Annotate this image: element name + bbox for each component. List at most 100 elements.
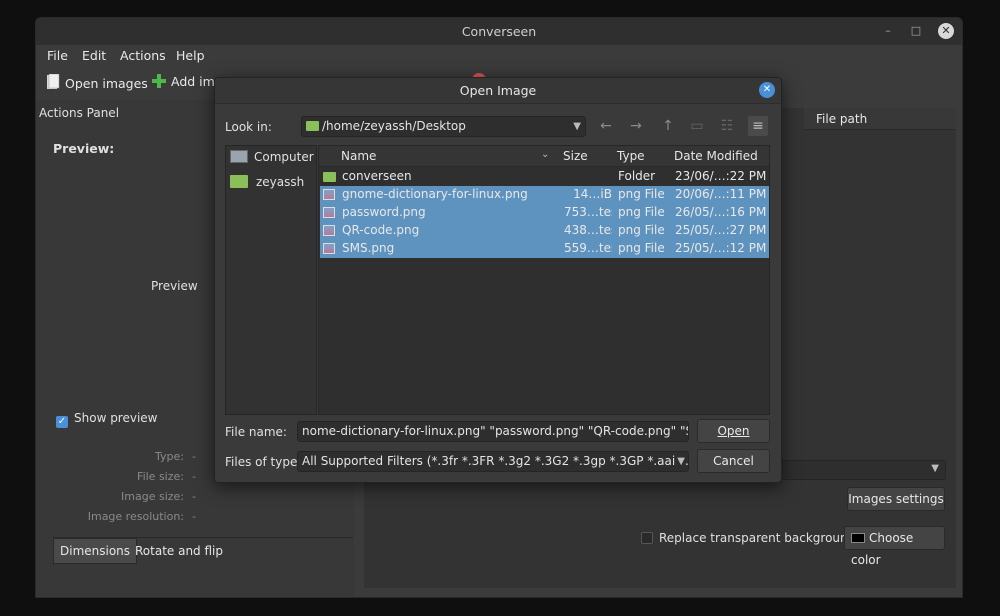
sidebar-item-label: Computer — [254, 150, 314, 164]
file-path-column-header[interactable]: File path — [804, 108, 956, 130]
image-file-icon — [323, 243, 335, 257]
file-type-cell: png File — [618, 187, 665, 201]
dialog-title: Open Image — [459, 83, 537, 98]
maximize-icon[interactable]: □ — [908, 23, 924, 39]
images-settings-label: Images settings — [848, 492, 944, 506]
file-name-input[interactable]: nome-dictionary-for-linux.png" "password… — [297, 421, 689, 442]
look-in-label: Look in: — [225, 120, 272, 134]
dialog-title-bar: Open Image ✕ — [215, 78, 781, 104]
file-path-header-label: File path — [816, 112, 868, 126]
file-row[interactable]: password.png 753…tes png File 26/05/…:16 PM — [320, 204, 769, 222]
info-file-size-value: - — [192, 470, 196, 483]
actions-panel-title: Actions Panel — [39, 106, 120, 120]
minimize-icon[interactable]: – — [880, 23, 896, 39]
sidebar-item-computer[interactable]: Computer — [230, 150, 314, 172]
dialog-close-icon[interactable]: ✕ — [759, 82, 775, 98]
choose-color-button[interactable]: Choose color — [844, 526, 945, 567]
close-icon[interactable]: ✕ — [938, 23, 954, 39]
checkbox-icon — [641, 532, 653, 544]
menu-file[interactable]: File — [47, 48, 68, 63]
file-name-cell: SMS.png — [342, 241, 395, 255]
sort-chevron-icon: ⌄ — [541, 149, 550, 160]
info-type-value: - — [192, 450, 196, 463]
file-row[interactable]: QR-code.png 438…tes png File 25/05/…:27 PM — [320, 222, 769, 240]
file-row[interactable]: converseen Folder 23/06/…:22 PM — [320, 168, 769, 186]
cancel-button[interactable]: Cancel — [697, 449, 770, 473]
file-name-label: File name: — [225, 425, 287, 439]
sidebar-item-zeyassh[interactable]: zeyassh — [230, 175, 304, 197]
folder-icon — [323, 171, 336, 185]
column-size[interactable]: Size — [563, 149, 588, 163]
places-sidebar: Computer zeyassh — [225, 145, 317, 415]
back-arrow-icon[interactable]: ← — [596, 116, 616, 136]
file-list: Name ⌄ Size Type Date Modified conversee… — [318, 145, 770, 415]
folder-icon — [230, 175, 248, 188]
open-image-dialog: Open Image ✕ Look in: /home/zeyassh/Desk… — [214, 77, 782, 483]
cancel-button-label: Cancel — [713, 454, 754, 468]
files-of-type-combo[interactable]: All Supported Filters (*.3fr *.3FR *.3g2… — [297, 451, 689, 472]
info-image-size-value: - — [192, 490, 196, 503]
show-preview-checkbox[interactable]: ✓ Show preview — [56, 411, 158, 428]
file-type-cell: png File — [618, 223, 665, 237]
file-size-cell: 438…tes — [564, 223, 612, 237]
image-file-icon — [323, 225, 335, 239]
tab-dimensions[interactable]: Dimensions — [53, 538, 138, 564]
forward-arrow-icon[interactable]: → — [626, 116, 646, 136]
replace-bg-label: Replace transparent background — [659, 531, 856, 545]
file-row[interactable]: SMS.png 559…tes png File 25/05/…:12 PM — [320, 240, 769, 258]
file-name-value: nome-dictionary-for-linux.png" "password… — [302, 424, 688, 438]
sidebar-item-label: zeyassh — [256, 175, 305, 189]
preview-area: Preview — [151, 279, 198, 293]
info-file-size-label: File size: — [137, 470, 184, 483]
chevron-down-icon: ▼ — [573, 121, 581, 132]
menu-bar: File Edit Actions Help — [36, 45, 962, 67]
preview-heading: Preview: — [53, 141, 115, 156]
add-images-button[interactable]: Add ima — [152, 74, 222, 91]
chevron-down-icon: ▼ — [677, 452, 685, 471]
info-resolution-label: Image resolution: — [87, 510, 184, 523]
open-images-label: Open images — [65, 76, 148, 91]
file-date-cell: 20/06/…:11 PM — [675, 187, 767, 201]
file-date-cell: 25/05/…:27 PM — [675, 223, 767, 237]
info-type-label: Type: — [155, 450, 184, 463]
file-list-header: Name ⌄ Size Type Date Modified — [319, 146, 769, 167]
show-preview-label: Show preview — [74, 411, 158, 425]
file-row[interactable]: gnome-dictionary-for-linux.png 14…iB png F… — [320, 186, 769, 204]
info-image-size-label: Image size: — [121, 490, 184, 503]
computer-icon — [230, 150, 248, 163]
file-name-cell: QR-code.png — [342, 223, 420, 237]
detail-view-icon[interactable]: ≡ — [748, 116, 768, 136]
open-button[interactable]: Open — [697, 419, 770, 443]
file-date-cell: 25/05/…:12 PM — [675, 241, 767, 255]
replace-bg-checkbox[interactable]: Replace transparent background — [641, 531, 855, 545]
open-images-button[interactable]: Open images — [46, 73, 148, 93]
column-date-modified[interactable]: Date Modified — [674, 149, 758, 163]
plus-icon — [152, 74, 166, 91]
color-swatch — [851, 533, 865, 543]
column-type[interactable]: Type — [617, 149, 645, 163]
file-size-cell: 559…tes — [564, 241, 612, 255]
file-type-cell: png File — [618, 205, 665, 219]
menu-actions[interactable]: Actions — [120, 48, 166, 63]
file-date-cell: 26/05/…:16 PM — [675, 205, 767, 219]
look-in-path: /home/zeyassh/Desktop — [322, 119, 466, 133]
checkmark-icon: ✓ — [56, 416, 68, 428]
images-settings-button[interactable]: Images settings — [847, 487, 945, 511]
window-title: Converseen — [461, 24, 537, 39]
menu-help[interactable]: Help — [176, 48, 205, 63]
open-images-icon — [46, 73, 60, 93]
files-of-type-label: Files of type: — [225, 455, 302, 469]
column-name[interactable]: Name — [341, 149, 376, 163]
look-in-combo[interactable]: /home/zeyassh/Desktop ▼ — [301, 116, 586, 137]
new-folder-icon[interactable]: ▭ — [687, 116, 707, 136]
file-size-cell: 14…iB — [573, 187, 612, 201]
menu-edit[interactable]: Edit — [82, 48, 106, 63]
image-file-icon — [323, 189, 335, 203]
file-type-cell: Folder — [618, 169, 656, 183]
tab-rotate-and-flip[interactable]: Rotate and flip — [129, 539, 229, 563]
title-bar: Converseen – □ ✕ — [36, 18, 962, 45]
image-file-icon — [323, 207, 335, 221]
folder-icon — [306, 121, 319, 131]
up-arrow-icon[interactable]: ↑ — [658, 116, 678, 136]
list-view-icon[interactable]: ☷ — [717, 116, 737, 136]
